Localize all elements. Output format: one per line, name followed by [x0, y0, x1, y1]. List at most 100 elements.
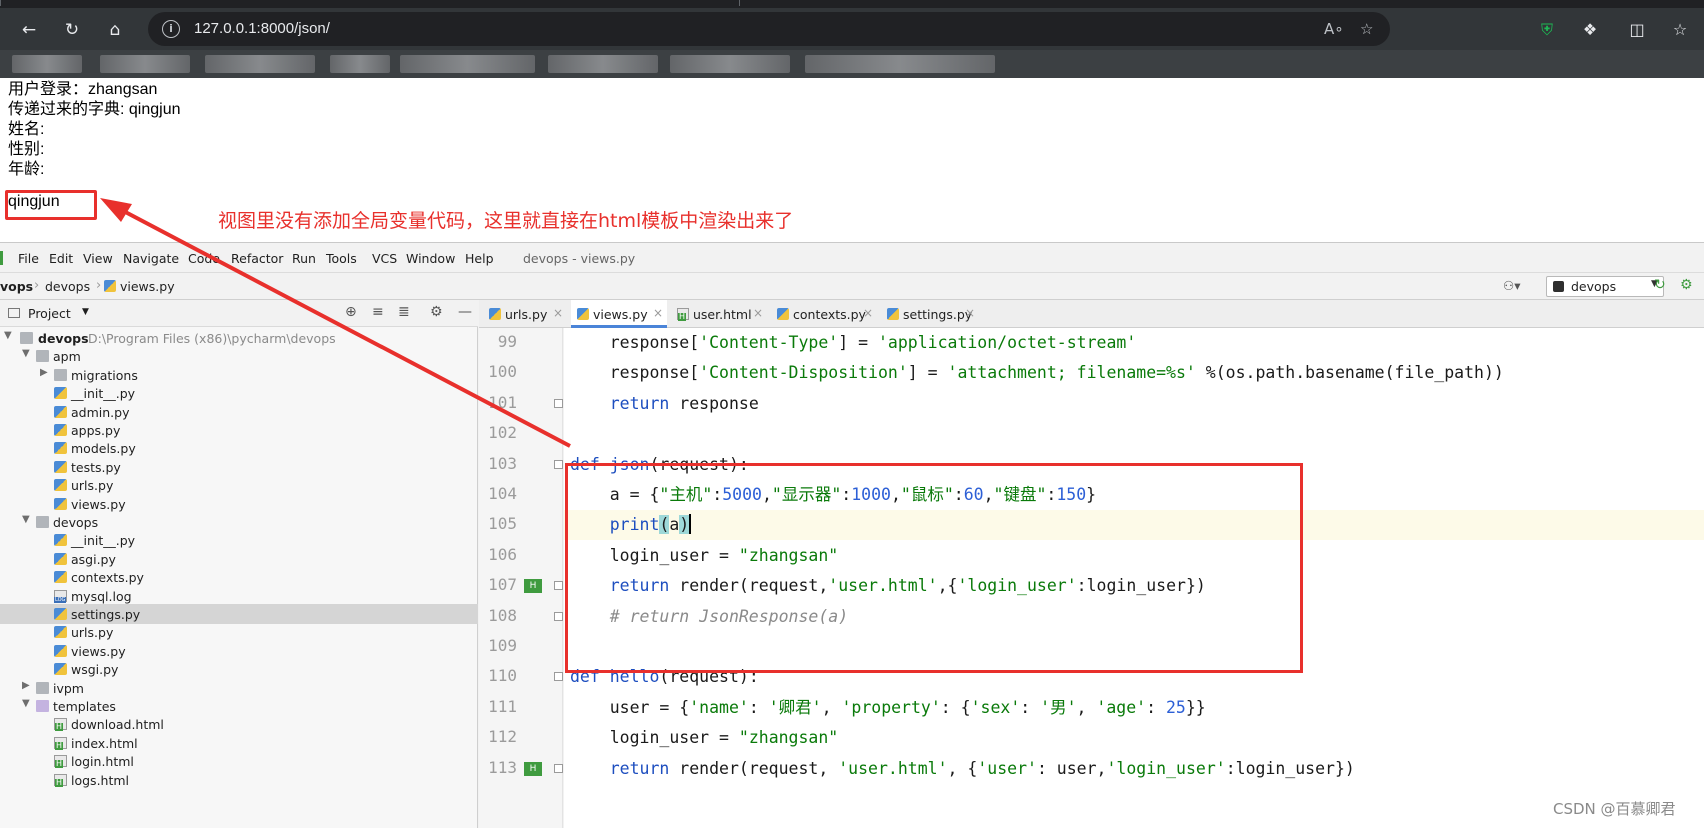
home-icon[interactable]: ⌂: [106, 21, 124, 39]
editor-tab[interactable]: contexts.py ×: [771, 300, 877, 328]
code-line[interactable]: response['Content-Disposition'] = 'attac…: [564, 358, 1704, 388]
editor-tab[interactable]: views.py ×: [571, 300, 667, 328]
editor-tab[interactable]: user.html×: [671, 300, 767, 328]
tree-item[interactable]: apps.py: [0, 420, 478, 440]
tree-item[interactable]: models.py: [0, 438, 478, 458]
fold-marker-icon[interactable]: [554, 398, 563, 408]
menu-run[interactable]: Run: [292, 251, 316, 266]
blurred-bookmark[interactable]: [400, 55, 535, 73]
user-account-icon[interactable]: ⚇▾: [1503, 278, 1520, 293]
tree-item[interactable]: ▼ devops: [0, 512, 478, 532]
code-line[interactable]: response['Content-Type'] = 'application/…: [564, 328, 1704, 358]
tree-item[interactable]: tests.py: [0, 457, 478, 477]
close-tab-icon[interactable]: ×: [653, 306, 663, 320]
menu-help[interactable]: Help: [465, 251, 494, 266]
fold-marker-icon[interactable]: [554, 672, 563, 682]
menu-code[interactable]: Code: [188, 251, 220, 266]
tree-item[interactable]: settings.py: [0, 604, 478, 624]
editor-tab[interactable]: settings.py ×: [881, 300, 979, 328]
code-line[interactable]: return render(request, 'user.html', {'us…: [564, 754, 1704, 784]
rerun-icon[interactable]: ↻: [1654, 277, 1666, 293]
close-tab-icon[interactable]: ×: [863, 306, 873, 320]
site-info-icon[interactable]: i: [162, 20, 180, 38]
menu-view[interactable]: View: [83, 251, 113, 266]
tree-item[interactable]: wsgi.py: [0, 659, 478, 679]
tree-item[interactable]: login.html: [0, 751, 478, 771]
tree-item[interactable]: urls.py: [0, 622, 478, 642]
fold-marker-icon[interactable]: [554, 459, 563, 469]
favorites-icon[interactable]: ☆: [1671, 21, 1689, 39]
locate-target-icon[interactable]: ⊕: [345, 304, 357, 320]
tree-item[interactable]: contexts.py: [0, 567, 478, 587]
collapse-arrow-icon[interactable]: ▼: [22, 698, 30, 709]
blurred-bookmark[interactable]: [12, 55, 82, 73]
settings-gear-icon[interactable]: ⚙: [430, 304, 443, 320]
favorite-star-icon[interactable]: ☆: [1360, 20, 1373, 38]
menu-navigate[interactable]: Navigate: [123, 251, 179, 266]
fold-marker-icon[interactable]: [554, 763, 563, 773]
tree-item[interactable]: ▶ ivpm: [0, 678, 478, 698]
address-bar[interactable]: i 127.0.0.1:8000/json/ A∘ ☆: [148, 12, 1390, 46]
template-gutter-icon[interactable]: H: [524, 579, 542, 594]
project-panel-title[interactable]: Project: [28, 306, 71, 321]
shield-extension-icon[interactable]: ⛨: [1538, 21, 1556, 39]
menu-vcs[interactable]: VCS: [372, 251, 397, 266]
expand-arrow-icon[interactable]: ▼: [4, 330, 12, 341]
template-gutter-icon[interactable]: H: [524, 761, 542, 776]
reload-icon[interactable]: ↻: [63, 21, 81, 39]
tree-item[interactable]: logs.html: [0, 770, 478, 790]
blurred-bookmark[interactable]: [805, 55, 995, 73]
close-tab-icon[interactable]: ×: [965, 306, 975, 320]
collapse-all-icon[interactable]: ≣: [398, 304, 410, 320]
tree-item[interactable]: asgi.py: [0, 549, 478, 569]
menu-refactor[interactable]: Refactor: [231, 251, 283, 266]
tree-root[interactable]: ▼ devops D:\Program Files (x86)\pycharm\…: [0, 328, 478, 348]
collapse-arrow-icon[interactable]: ▼: [22, 348, 30, 359]
tree-item[interactable]: download.html: [0, 714, 478, 734]
tree-item[interactable]: index.html: [0, 733, 478, 753]
extensions-puzzle-icon[interactable]: ❖: [1581, 21, 1599, 39]
menu-window[interactable]: Window: [406, 251, 455, 266]
tree-item[interactable]: urls.py: [0, 475, 478, 495]
read-aloud-icon[interactable]: A∘: [1324, 20, 1344, 38]
split-screen-icon[interactable]: ◫: [1628, 21, 1646, 39]
blurred-bookmark[interactable]: [670, 55, 790, 73]
tree-item[interactable]: admin.py: [0, 402, 478, 422]
code-line[interactable]: return response: [564, 389, 1704, 419]
fold-marker-icon[interactable]: [554, 611, 563, 621]
close-tab-icon[interactable]: ×: [753, 306, 763, 320]
fold-marker-icon[interactable]: [554, 581, 563, 591]
menu-tools[interactable]: Tools: [326, 251, 357, 266]
run-configuration-selector[interactable]: devops ▼: [1546, 276, 1664, 297]
url-text[interactable]: 127.0.0.1:8000/json/: [194, 20, 330, 37]
close-tab-icon[interactable]: ×: [553, 306, 563, 320]
editor-tab[interactable]: urls.py ×: [483, 300, 567, 328]
expand-arrow-icon[interactable]: ▶: [40, 367, 48, 378]
breadcrumb-file[interactable]: views.py: [120, 279, 175, 294]
blurred-bookmark[interactable]: [548, 55, 658, 73]
code-line[interactable]: login_user = "zhangsan": [564, 723, 1704, 753]
expand-all-icon[interactable]: ≡: [372, 304, 384, 320]
breadcrumb-folder[interactable]: devops: [45, 279, 90, 294]
blurred-bookmark[interactable]: [100, 55, 190, 73]
collapse-arrow-icon[interactable]: ▼: [22, 514, 30, 525]
menu-edit[interactable]: Edit: [49, 251, 73, 266]
blurred-bookmark[interactable]: [330, 55, 390, 73]
tree-item[interactable]: ▼ templates: [0, 696, 478, 716]
code-line[interactable]: user = {'name': '卿君', 'property': {'sex'…: [564, 693, 1704, 723]
hide-panel-icon[interactable]: —: [458, 304, 472, 320]
tree-item[interactable]: mysql.log: [0, 586, 478, 606]
code-line[interactable]: [564, 419, 1704, 449]
tree-item[interactable]: __init__.py: [0, 530, 478, 550]
tree-item[interactable]: ▶ migrations: [0, 365, 478, 385]
menu-file[interactable]: File: [18, 251, 39, 266]
tree-item[interactable]: views.py: [0, 641, 478, 661]
tree-item[interactable]: __init__.py: [0, 383, 478, 403]
blurred-bookmark[interactable]: [205, 55, 315, 73]
tree-item[interactable]: views.py: [0, 494, 478, 514]
breadcrumb-project[interactable]: vops: [0, 279, 33, 294]
debug-bug-icon[interactable]: ⚙: [1680, 277, 1693, 293]
expand-arrow-icon[interactable]: ▶: [22, 680, 30, 691]
chevron-down-icon[interactable]: ▼: [82, 307, 89, 317]
tree-item[interactable]: ▼ apm: [0, 346, 478, 366]
